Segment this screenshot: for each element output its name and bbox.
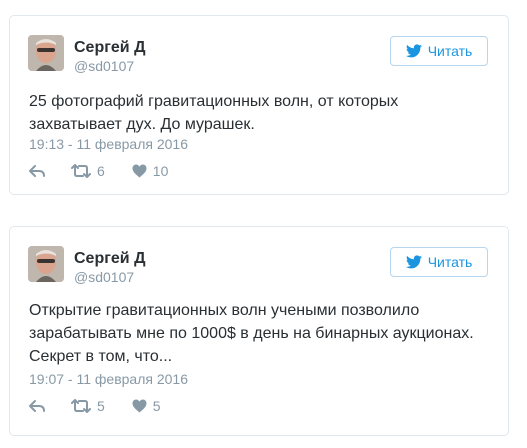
retweet-count: 6 (97, 163, 105, 179)
author-name[interactable]: Сергей Д (74, 250, 145, 268)
tweet-text: Открытие гравитационных волн учеными поз… (29, 302, 474, 365)
author-handle[interactable]: @sd0107 (74, 58, 134, 74)
like-button[interactable]: 5 (132, 398, 161, 414)
like-count: 5 (152, 398, 161, 414)
author-name[interactable]: Сергей Д (74, 39, 145, 57)
like-count: 10 (152, 163, 169, 179)
reply-icon (29, 399, 45, 413)
twitter-bird-icon (405, 44, 422, 58)
follow-button[interactable]: Читать (390, 36, 488, 66)
retweet-button[interactable]: 5 (71, 398, 105, 414)
tweet-text: 25 фотографий гравитационных волн, от ко… (29, 93, 399, 133)
tweet-actions: 6 10 (29, 163, 168, 179)
retweet-count: 5 (97, 398, 105, 414)
tweet-timestamp[interactable]: 19:13 - 11 февраля 2016 (29, 136, 188, 152)
follow-label: Читать (427, 254, 473, 270)
avatar[interactable] (28, 35, 64, 71)
author-handle[interactable]: @sd0107 (74, 269, 134, 285)
like-button[interactable]: 10 (132, 163, 169, 179)
twitter-bird-icon (405, 255, 422, 269)
tweet-actions: 5 5 (29, 398, 161, 414)
reply-icon (29, 164, 45, 178)
avatar[interactable] (28, 246, 64, 282)
tweet-card: Сергей Д @sd0107 Читать 25 фотографий гр… (9, 15, 509, 195)
tweet-card: Сергей Д @sd0107 Читать Открытие гравита… (9, 226, 509, 436)
retweet-button[interactable]: 6 (71, 163, 105, 179)
heart-icon (132, 399, 147, 413)
heart-icon (132, 164, 147, 178)
retweet-icon (71, 399, 91, 413)
follow-label: Читать (427, 43, 473, 59)
tweet-timestamp[interactable]: 19:07 - 11 февраля 2016 (29, 371, 188, 387)
reply-button[interactable] (29, 164, 45, 178)
follow-button[interactable]: Читать (390, 247, 488, 277)
retweet-icon (71, 164, 91, 178)
reply-button[interactable] (29, 399, 45, 413)
